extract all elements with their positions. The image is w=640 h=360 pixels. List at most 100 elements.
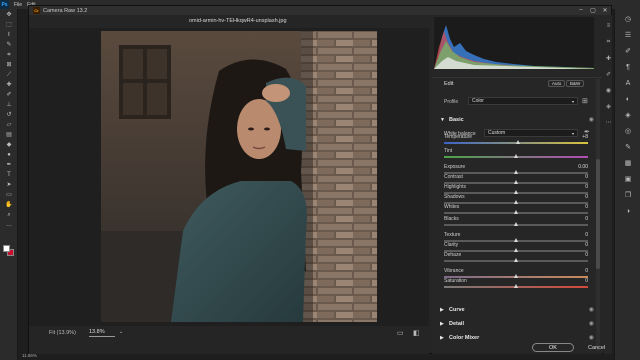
menu-file[interactable]: File [14, 2, 22, 8]
slider-label: Highlights [444, 184, 466, 190]
healing-icon[interactable]: ✚ [4, 82, 14, 89]
frame-icon[interactable]: ⊠ [4, 62, 14, 69]
file-name: omid-armin-hv-TEHkqwR4-unsplash.jpg [189, 18, 287, 24]
slider-value[interactable]: +8 [572, 134, 588, 140]
more-icon[interactable]: ⋯ [605, 119, 612, 127]
minimize-icon[interactable]: – [575, 7, 587, 14]
close-icon[interactable]: ✕ [599, 7, 611, 14]
layers-panel-icon[interactable]: ❐ [623, 191, 633, 201]
slider-value[interactable]: 0 [572, 242, 588, 248]
slider-handle[interactable] [513, 154, 518, 158]
scrollbar-thumb[interactable] [596, 159, 600, 269]
paragraph-icon[interactable]: ¶ [623, 63, 633, 73]
slider-handle[interactable] [513, 284, 518, 288]
slider-value[interactable]: 0 [572, 268, 588, 274]
slider-value[interactable]: 0 [572, 174, 588, 180]
slider-value[interactable]: 0 [572, 204, 588, 210]
fit-zoom-label[interactable]: Fit (13.9%) [49, 330, 76, 336]
section-detail[interactable]: ▶ Detail ◉ [432, 319, 602, 329]
slider-handle[interactable] [513, 210, 518, 214]
panel-scrollbar[interactable] [596, 79, 600, 351]
slider-saturation[interactable]: Saturation 0 [432, 278, 602, 292]
brush-icon[interactable]: ✐ [4, 92, 14, 99]
bw-button[interactable]: B&W [566, 80, 585, 87]
slider-dehaze[interactable]: Dehaze 0 [432, 252, 602, 266]
slider-tint[interactable]: Tint [432, 148, 602, 162]
character-icon[interactable]: A [623, 79, 633, 89]
eye-icon[interactable]: ◉ [589, 116, 594, 123]
marquee-icon[interactable]: ⬚ [4, 22, 14, 29]
profile-value: Color [472, 98, 484, 104]
edit-tool-icon[interactable]: ≡ [605, 23, 612, 31]
hand-icon[interactable]: ✋ [4, 202, 14, 209]
libraries-icon[interactable]: ▣ [623, 175, 633, 185]
section-basic[interactable]: ▼ Basic ◉ [432, 115, 602, 125]
eye-icon[interactable]: ◉ [589, 306, 594, 313]
ps-toolbar: ✥ ⬚ ℓ ✎ ⌗ ⊠ ⟋ ✚ ✐ ⊥ ↺ ▱ ▤ ◆ ● ✒ T ➤ ▭ ✋ … [0, 9, 18, 360]
zoom-level-field[interactable]: 13.8% [89, 328, 115, 337]
redeye-icon[interactable]: ◉ [605, 87, 612, 95]
move-icon[interactable]: ✥ [4, 12, 14, 19]
eye-icon[interactable]: ◉ [589, 320, 594, 327]
history-icon[interactable]: ◷ [623, 15, 633, 25]
section-detail-label: Detail [449, 321, 464, 327]
compare-view-icon[interactable]: ◧ [413, 329, 420, 337]
camera-raw-dialog: Cr Camera Raw 13.2 – ▢ ✕ omid-armin-hv-T… [28, 5, 612, 354]
slider-value[interactable]: 0 [572, 194, 588, 200]
slider-temperature[interactable]: Temperature +8 [432, 134, 602, 148]
slider-value[interactable]: 0 [572, 278, 588, 284]
profile-browser-icon[interactable]: ⊞ [582, 97, 588, 105]
slider-blacks[interactable]: Blacks 0 [432, 216, 602, 230]
history-brush-icon[interactable]: ↺ [4, 112, 14, 119]
paths-icon[interactable]: ✎ [623, 143, 633, 153]
before-after-icon[interactable]: ▭ [397, 329, 404, 337]
crop-icon[interactable]: ⌗ [4, 52, 14, 59]
path-select-icon[interactable]: ➤ [4, 182, 14, 189]
section-curve-label: Curve [449, 307, 465, 313]
channels-icon[interactable]: ◎ [623, 127, 633, 137]
brush-settings-icon[interactable]: ✐ [623, 47, 633, 57]
stamp-icon[interactable]: ⊥ [4, 102, 14, 109]
adjustments-icon[interactable]: ◐ [623, 95, 633, 105]
slider-value[interactable]: 0 [572, 184, 588, 190]
slider-value[interactable]: 0 [572, 252, 588, 258]
blur-icon[interactable]: ◆ [4, 142, 14, 149]
ok-button[interactable]: OK [532, 343, 574, 352]
more-icon[interactable]: … [4, 222, 14, 229]
eyedropper-icon[interactable]: ⟋ [4, 72, 14, 79]
slider-value[interactable]: 0 [572, 232, 588, 238]
healing-icon[interactable]: ✚ [605, 55, 612, 63]
dodge-icon[interactable]: ● [4, 152, 14, 159]
type-icon[interactable]: T [4, 172, 14, 179]
presets-icon[interactable]: ◈ [605, 103, 612, 111]
slider-value[interactable]: 0.00 [572, 164, 588, 170]
slider-label: Temperature [444, 134, 473, 140]
image-canvas[interactable] [29, 28, 429, 326]
slider-value[interactable]: 0 [572, 216, 588, 222]
maximize-icon[interactable]: ▢ [587, 7, 599, 14]
pen-icon[interactable]: ✒ [4, 162, 14, 169]
properties-icon[interactable]: ☰ [623, 31, 633, 41]
lasso-icon[interactable]: ℓ [4, 32, 14, 39]
layers-icon[interactable]: ◈ [623, 111, 633, 121]
section-curve[interactable]: ▶ Curve ◉ [432, 305, 602, 315]
histogram-graph [434, 25, 594, 69]
crop-icon[interactable]: ⌗ [605, 39, 612, 47]
color-icon[interactable]: ◑ [623, 207, 633, 217]
eraser-icon[interactable]: ▱ [4, 122, 14, 129]
quick-select-icon[interactable]: ✎ [4, 42, 14, 49]
cancel-button[interactable]: Cancel [588, 345, 605, 351]
brush-icon[interactable]: ✐ [605, 71, 612, 79]
slider-handle[interactable] [513, 222, 518, 226]
zoom-icon[interactable]: ⌕ [4, 212, 14, 219]
shape-icon[interactable]: ▭ [4, 192, 14, 199]
chevron-down-icon[interactable]: ⌄ [119, 329, 123, 335]
auto-button[interactable]: Auto [548, 80, 566, 87]
slider-handle[interactable] [513, 258, 518, 262]
swatches-icon[interactable]: ▦ [623, 159, 633, 169]
profile-select[interactable]: Color ▾ [468, 97, 578, 105]
gradient-icon[interactable]: ▤ [4, 132, 14, 139]
slider-handle[interactable] [516, 140, 521, 144]
slider-label: Saturation [444, 278, 467, 284]
foreground-color-swatch[interactable] [3, 245, 10, 252]
